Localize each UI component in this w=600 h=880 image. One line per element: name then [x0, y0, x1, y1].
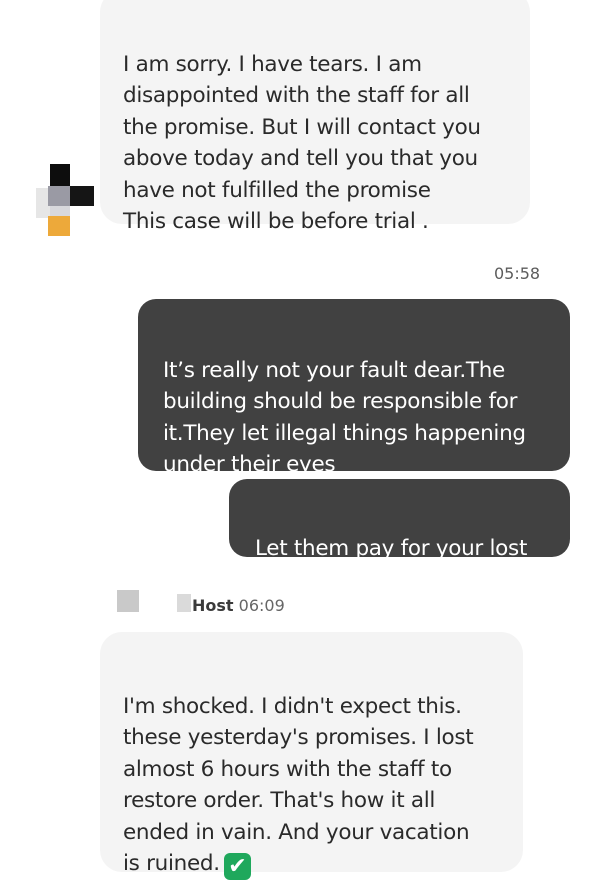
message-text: I am sorry. I have tears. I am disappoin… — [123, 51, 481, 235]
sender-avatar-small — [117, 590, 139, 612]
message-bubble-outgoing: It’s really not your fault dear.The buil… — [138, 299, 570, 477]
message-bubble-incoming: I am sorry. I have tears. I am disappoin… — [100, 0, 530, 234]
sender-avatar-redacted — [36, 160, 102, 236]
sender-name: Host — [192, 596, 234, 615]
message-text: Let them pay for your lost — [255, 535, 528, 561]
message-bubble-incoming: I'm shocked. I didn't expect this. these… — [100, 632, 523, 880]
message-text: It’s really not your fault dear.The buil… — [163, 357, 526, 478]
message-text: I'm shocked. I didn't expect this. these… — [123, 693, 474, 877]
check-mark-icon: ✔ — [223, 853, 251, 880]
sender-avatar-small-2 — [177, 594, 191, 612]
message-time: 06:09 — [238, 596, 285, 615]
sender-header: Host 06:09 — [192, 596, 285, 615]
message-timestamp: 05:58 — [494, 264, 541, 283]
message-bubble-outgoing: Let them pay for your lost — [229, 479, 570, 561]
